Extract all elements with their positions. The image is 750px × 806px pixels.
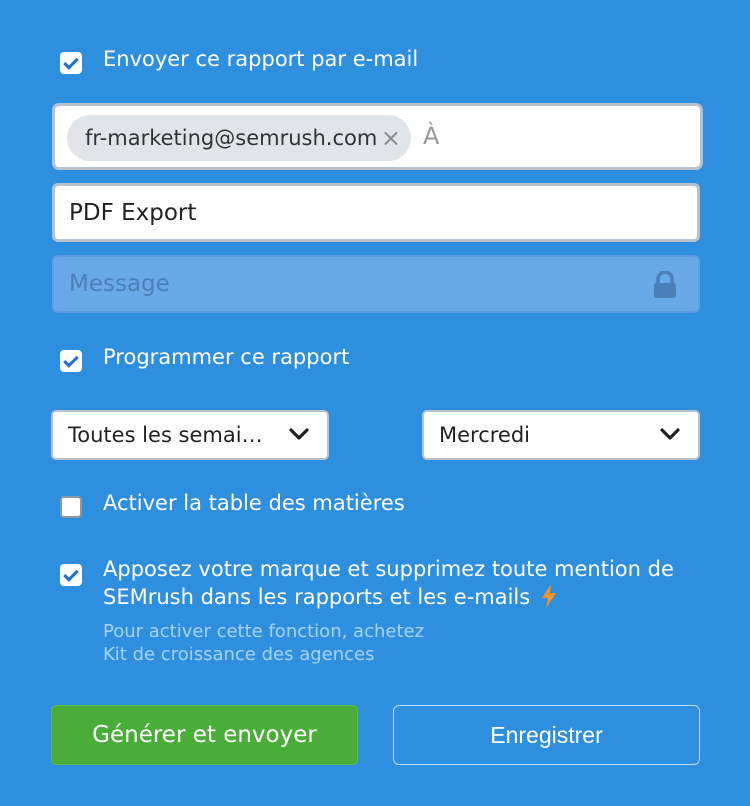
branding-hint-line1: Pour activer cette fonction, achetez xyxy=(103,621,425,642)
day-select-value: Mercredi xyxy=(439,423,531,447)
branding-label-line1: Apposez votre marque et supprimez toute … xyxy=(103,557,674,581)
branding-label-line2: SEMrush dans les rapports et les e-mails xyxy=(103,584,557,609)
email-report-label: Envoyer ce rapport par e-mail xyxy=(103,47,419,71)
day-select[interactable]: Mercredi xyxy=(422,410,700,460)
schedule-report-label: Programmer ce rapport xyxy=(103,345,350,369)
branding-hint-line2: Kit de croissance des agences xyxy=(103,644,375,665)
subject-input-value: PDF Export xyxy=(69,199,197,226)
chevron-down-icon xyxy=(660,428,680,440)
subject-input[interactable]: PDF Export xyxy=(52,183,700,242)
recipient-chip-text: fr-marketing@semrush.com xyxy=(85,126,378,150)
toc-label: Activer la table des matières xyxy=(103,491,405,515)
toc-checkbox[interactable] xyxy=(60,496,82,518)
recipient-field[interactable]: fr-marketing@semrush.com × À xyxy=(52,103,703,170)
frequency-select[interactable]: Toutes les semai… xyxy=(51,410,329,460)
recipient-chip: fr-marketing@semrush.com × xyxy=(67,115,411,161)
email-report-checkbox[interactable] xyxy=(60,52,82,74)
branding-label-line2-text: SEMrush dans les rapports et les e-mails xyxy=(103,585,531,609)
generate-send-button[interactable]: Générer et envoyer xyxy=(51,705,358,765)
branding-checkbox[interactable] xyxy=(60,564,82,586)
save-button[interactable]: Enregistrer xyxy=(393,705,700,765)
message-input: Message xyxy=(52,255,700,313)
frequency-select-value: Toutes les semai… xyxy=(68,423,263,447)
lightning-icon xyxy=(541,584,556,608)
schedule-report-checkbox[interactable] xyxy=(60,350,82,372)
chevron-down-icon xyxy=(289,428,309,440)
message-placeholder: Message xyxy=(69,271,170,297)
to-placeholder: À xyxy=(423,122,440,150)
close-icon[interactable]: × xyxy=(381,124,401,152)
lock-icon xyxy=(654,271,676,298)
